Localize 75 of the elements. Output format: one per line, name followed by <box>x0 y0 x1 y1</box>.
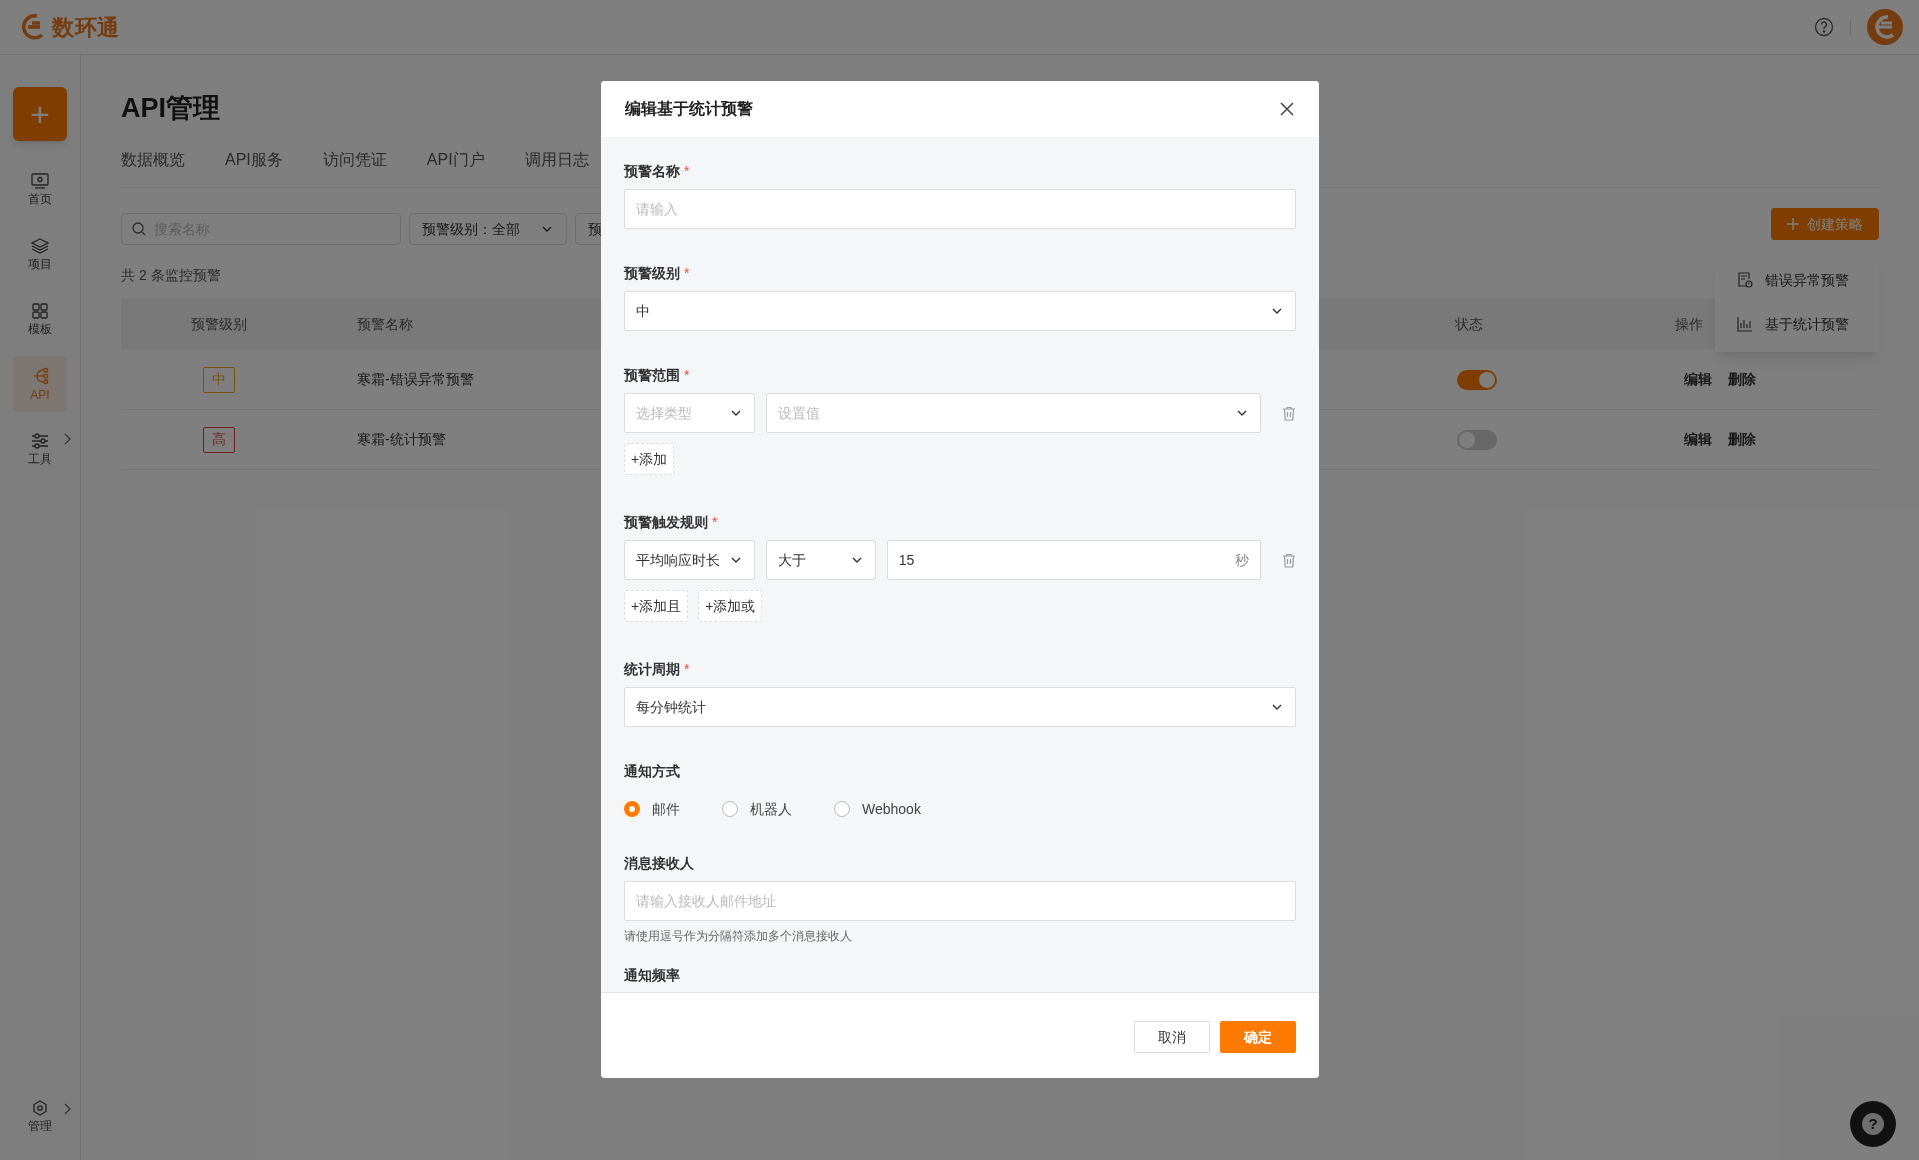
tab[interactable]: 调用日志 <box>524 150 589 170</box>
field-label: 预警名称 * <box>624 161 691 181</box>
menu-item[interactable]: 错误异常预警 <box>1715 258 1879 302</box>
dialog-title: 编辑基于统计预警 <box>625 99 753 119</box>
required-mark: * <box>684 366 690 385</box>
help-icon[interactable] <box>1814 17 1834 37</box>
logo-text: 数环通 <box>52 13 120 42</box>
result-count: 共 2 条监控预警 <box>121 266 221 285</box>
add-button[interactable]: +添加且 <box>624 590 689 622</box>
level-tag: 高 <box>203 426 235 453</box>
sidebar-item[interactable]: 工具 <box>13 421 67 477</box>
column-header: 操作 <box>1675 314 1703 334</box>
radio-option[interactable]: Webhook <box>834 798 921 820</box>
required-mark: * <box>684 162 690 181</box>
helper-text: 请使用逗号作为分隔符添加多个消息接收人 <box>624 928 852 945</box>
monitor-icon <box>31 173 49 189</box>
required-mark: * <box>712 513 718 532</box>
close-icon[interactable] <box>1279 101 1295 117</box>
trash-icon[interactable] <box>1282 405 1296 421</box>
grid-icon <box>32 303 48 319</box>
column-header: 预警级别 <box>190 314 248 334</box>
cancel-button[interactable]: 取消 <box>1134 1021 1210 1053</box>
select-field[interactable]: 中 <box>624 291 1296 331</box>
menu-item[interactable]: 基于统计预警 <box>1715 302 1879 346</box>
column-header: 预警名称 <box>357 314 413 334</box>
help-button[interactable]: ? <box>1850 1101 1896 1147</box>
plus-icon <box>1787 218 1799 230</box>
sidebar-item[interactable]: 管理 <box>13 1100 67 1132</box>
document-alert-icon <box>1737 272 1753 288</box>
tab[interactable]: 访问凭证 <box>322 150 387 170</box>
sidebar-item[interactable]: 项目 <box>13 226 67 282</box>
column-header: 状态 <box>1455 314 1483 334</box>
tab[interactable]: 数据概览 <box>121 150 185 170</box>
action-link[interactable]: 删除 <box>1728 429 1756 450</box>
select-field[interactable]: 平均响应时长 <box>624 540 755 580</box>
field-label: 预警触发规则 * <box>624 512 719 532</box>
tab[interactable]: API服务 <box>225 150 283 170</box>
gear-icon <box>32 1100 48 1116</box>
field-label: 统计周期 * <box>624 659 691 679</box>
layers-icon <box>31 238 49 254</box>
level-tag: 中 <box>203 366 235 393</box>
field-label: 预警范围 * <box>624 365 691 385</box>
user-avatar-icon[interactable] <box>1867 9 1903 45</box>
field-label: 消息接收人 <box>624 854 695 873</box>
action-link[interactable]: 编辑 <box>1684 369 1712 390</box>
bar-chart-icon <box>1737 316 1753 332</box>
text-input[interactable]: 请输入 <box>624 189 1296 229</box>
sliders-icon <box>31 433 49 449</box>
page-title: API管理 <box>121 92 220 125</box>
toggle-switch[interactable] <box>1457 369 1497 390</box>
filter-dropdown[interactable]: 预警级别：全部 <box>409 213 567 245</box>
radio-option[interactable]: 机器人 <box>722 798 792 820</box>
search-icon <box>132 222 146 236</box>
table-cell-text: 寒霜-统计预警 <box>357 430 446 449</box>
required-mark: * <box>684 660 690 679</box>
text-input[interactable]: 请输入接收人邮件地址 <box>624 881 1296 921</box>
add-button[interactable]: +添加 <box>624 443 675 475</box>
network-icon <box>31 367 49 385</box>
number-input[interactable]: 15 秒 <box>886 540 1262 580</box>
required-mark: * <box>684 264 690 283</box>
sidebar-item[interactable]: 首页 <box>13 161 67 217</box>
trash-icon[interactable] <box>1282 552 1296 568</box>
action-link[interactable]: 编辑 <box>1684 429 1712 450</box>
field-label: 通知频率 <box>624 966 681 985</box>
select-field[interactable]: 每分钟统计 <box>624 687 1296 727</box>
select-field[interactable]: 大于 <box>765 540 876 580</box>
add-button[interactable]: +添加或 <box>698 590 763 622</box>
confirm-button[interactable]: 确定 <box>1220 1021 1296 1053</box>
sidebar-item[interactable]: 模板 <box>13 291 67 347</box>
field-label: 预警级别 * <box>624 263 691 283</box>
action-link[interactable]: 删除 <box>1728 369 1756 390</box>
field-label: 通知方式 <box>624 762 681 781</box>
radio-option[interactable]: 邮件 <box>624 798 680 820</box>
table-cell-text: 寒霜-错误异常预警 <box>357 370 474 389</box>
tab[interactable]: API门户 <box>426 150 485 170</box>
